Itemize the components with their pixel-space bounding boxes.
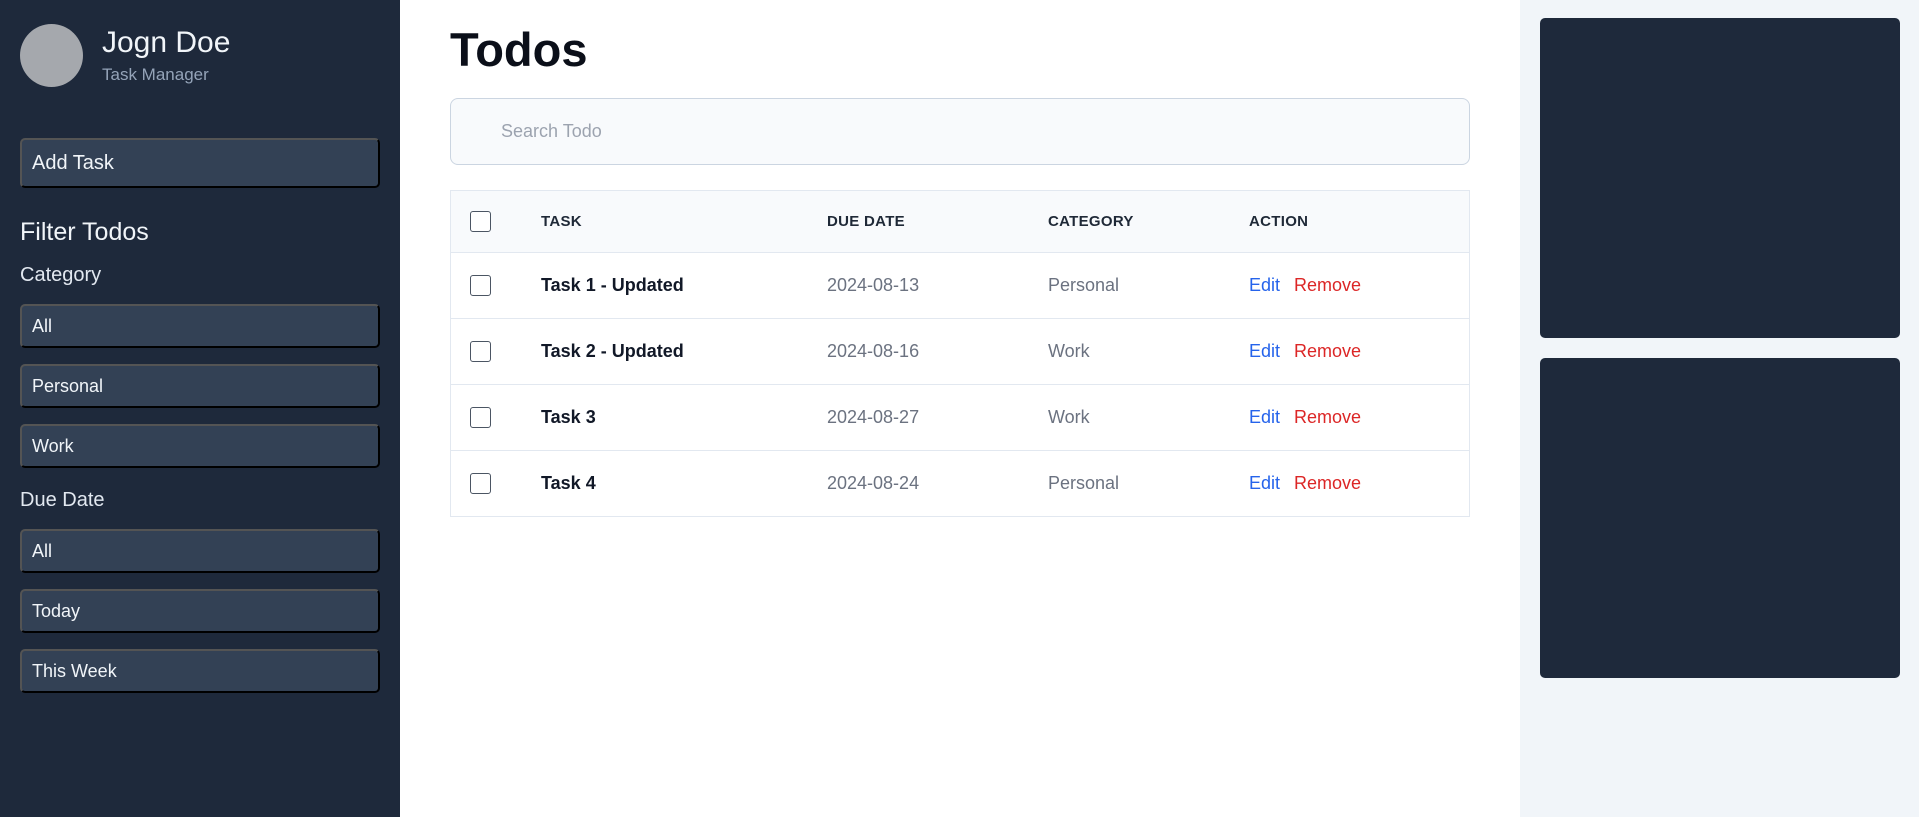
edit-link[interactable]: Edit	[1249, 275, 1280, 295]
main-content: Todos TASK DUE DATE CATEGORY ACTION Task…	[400, 0, 1520, 817]
task-name: Task 3	[541, 407, 596, 427]
due-date-filter-this-week[interactable]: This Week	[20, 649, 380, 693]
row-checkbox[interactable]	[470, 275, 491, 296]
user-name: Jogn Doe	[102, 26, 231, 59]
edit-link[interactable]: Edit	[1249, 473, 1280, 493]
remove-link[interactable]: Remove	[1294, 275, 1361, 295]
page-title: Todos	[450, 23, 588, 76]
table-row: Task 3 2024-08-27 Work Edit Remove	[451, 384, 1469, 450]
header-action: ACTION	[1249, 213, 1309, 230]
category: Personal	[1048, 275, 1120, 295]
avatar	[20, 24, 83, 87]
widget-card	[1540, 18, 1900, 338]
actions: Edit Remove	[1249, 407, 1361, 428]
category: Work	[1048, 341, 1090, 361]
category-filter-work[interactable]: Work	[20, 424, 380, 468]
right-panel	[1520, 0, 1919, 817]
todo-table: TASK DUE DATE CATEGORY ACTION Task 1 - U…	[450, 190, 1470, 517]
row-checkbox[interactable]	[470, 407, 491, 428]
widget-card	[1540, 358, 1900, 678]
task-name: Task 2 - Updated	[541, 341, 684, 361]
table-row: Task 2 - Updated 2024-08-16 Work Edit Rem…	[451, 318, 1469, 384]
table-row: Task 4 2024-08-24 Personal Edit Remove	[451, 450, 1469, 516]
remove-link[interactable]: Remove	[1294, 473, 1361, 493]
category: Personal	[1048, 473, 1120, 493]
remove-link[interactable]: Remove	[1294, 341, 1361, 361]
add-task-button[interactable]: Add Task	[20, 138, 380, 188]
sidebar: Jogn Doe Task Manager Add Task Filter To…	[0, 0, 400, 817]
task-name: Task 4	[541, 473, 596, 493]
table-row: Task 1 - Updated 2024-08-13 Personal Edi…	[451, 252, 1469, 318]
category: Work	[1048, 407, 1090, 427]
due-date-filter-today[interactable]: Today	[20, 589, 380, 633]
actions: Edit Remove	[1249, 473, 1361, 494]
header-task: TASK	[541, 213, 582, 230]
edit-link[interactable]: Edit	[1249, 341, 1280, 361]
select-all-checkbox[interactable]	[470, 211, 491, 232]
header-category: CATEGORY	[1048, 213, 1134, 230]
row-checkbox[interactable]	[470, 473, 491, 494]
filter-todos-heading: Filter Todos	[20, 218, 149, 246]
due-date-filter-all[interactable]: All	[20, 529, 380, 573]
actions: Edit Remove	[1249, 275, 1361, 296]
table-header-row: TASK DUE DATE CATEGORY ACTION	[451, 191, 1469, 252]
search-input[interactable]	[450, 98, 1470, 165]
due-date: 2024-08-27	[827, 407, 920, 427]
due-date: 2024-08-16	[827, 341, 920, 361]
task-name: Task 1 - Updated	[541, 275, 684, 295]
category-filter-personal[interactable]: Personal	[20, 364, 380, 408]
row-checkbox[interactable]	[470, 341, 491, 362]
profile-text: Jogn Doe Task Manager	[102, 26, 230, 85]
header-due-date: DUE DATE	[827, 213, 905, 230]
actions: Edit Remove	[1249, 341, 1361, 362]
profile: Jogn Doe Task Manager	[20, 24, 230, 87]
remove-link[interactable]: Remove	[1294, 407, 1361, 427]
edit-link[interactable]: Edit	[1249, 407, 1280, 427]
user-role: Task Manager	[102, 65, 209, 84]
category-filter-all[interactable]: All	[20, 304, 380, 348]
due-date: 2024-08-24	[827, 473, 920, 493]
category-label: Category	[20, 264, 102, 286]
due-date-label: Due Date	[20, 489, 105, 511]
due-date: 2024-08-13	[827, 275, 920, 295]
